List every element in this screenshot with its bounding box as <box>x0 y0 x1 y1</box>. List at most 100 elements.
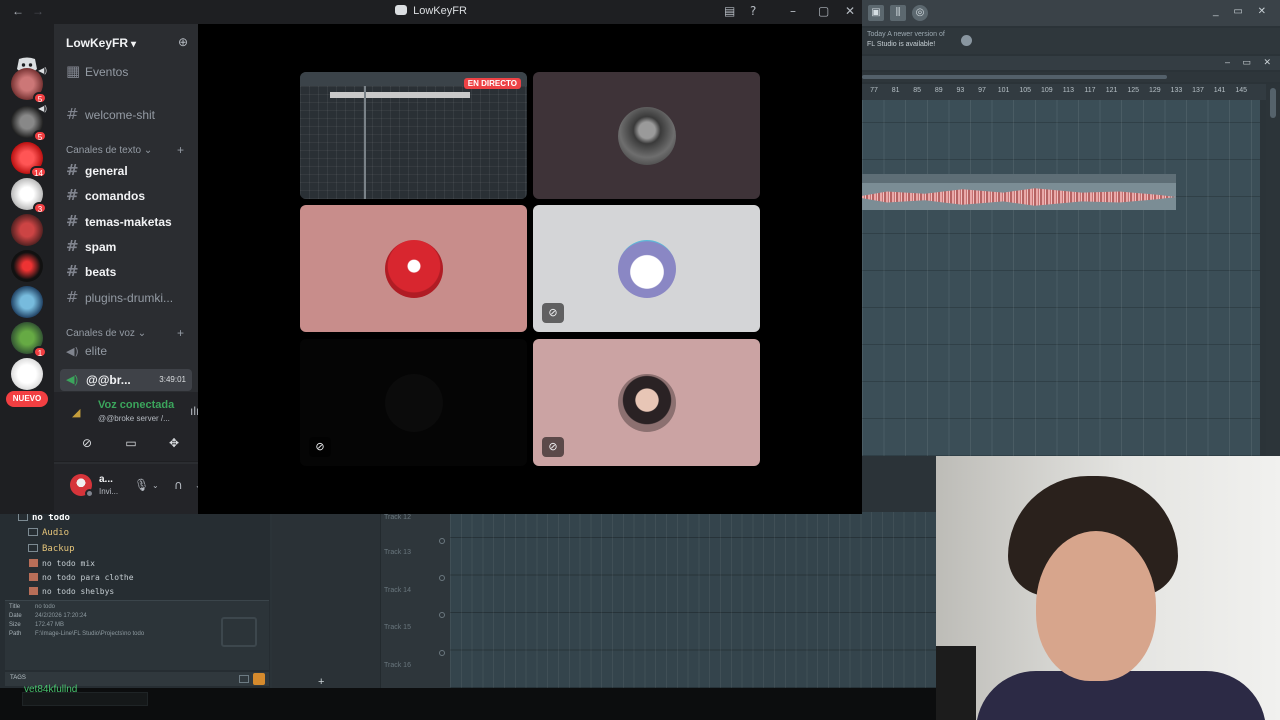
discord-window: ← → LowKeyFR ▤ ? – ▢ ✕ ◀) 5 ◀) 5 14 3 1 NU… <box>0 0 862 514</box>
server-icon[interactable] <box>11 214 43 246</box>
audio-clip[interactable] <box>862 174 1176 210</box>
folder-icon[interactable] <box>239 675 249 683</box>
channel-name: general <box>85 164 128 178</box>
add-member-icon[interactable]: ⊕ <box>178 35 188 49</box>
add-channel-icon[interactable]: + <box>177 143 184 157</box>
channel-spam[interactable]: ▶#spam <box>62 237 192 259</box>
mixer-icon[interactable]: ⫼ <box>890 5 906 21</box>
track-grid[interactable] <box>450 512 936 688</box>
events-item[interactable]: ▦ Eventos <box>62 62 192 84</box>
server-badge: 5 <box>33 92 47 104</box>
participant-tile[interactable] <box>533 72 760 199</box>
add-icon[interactable]: + <box>318 676 324 688</box>
help-icon[interactable]: ? <box>750 4 756 18</box>
channel-plugins[interactable]: # plugins-drumki... <box>62 288 192 310</box>
new-badge[interactable]: NUEVO <box>6 391 48 407</box>
track-mute-dot[interactable] <box>439 650 445 656</box>
globe-icon[interactable] <box>961 35 972 46</box>
save-icon[interactable]: ▣ <box>868 5 884 21</box>
server-icon[interactable]: 14 <box>11 142 47 178</box>
avatar[interactable] <box>70 474 94 498</box>
participant-tile[interactable] <box>300 205 527 332</box>
stream-tile[interactable]: EN DIRECTO <box>300 72 527 199</box>
user-status[interactable]: Invi... <box>99 487 118 496</box>
playlist-grid[interactable] <box>862 100 1260 456</box>
close-icon[interactable]: ✕ <box>845 4 855 18</box>
folder-icon <box>28 544 38 552</box>
playlist-ruler[interactable]: 77 81 85 89 93 97 101 105 109 113 117 121 125 129 133 1… <box>862 84 1266 100</box>
discord-logo-icon <box>395 5 408 15</box>
category-text[interactable]: Canales de texto ⌄ <box>66 145 152 156</box>
browser-side-column <box>272 512 380 688</box>
chevron-down-icon[interactable]: ⌄ <box>152 481 159 490</box>
channel-temas-maketas[interactable]: ▶#temas-maketas <box>62 212 192 234</box>
folder-icon <box>28 528 38 536</box>
voice-channel-elite[interactable]: ◀) elite <box>62 344 192 366</box>
screen-share-button[interactable]: ▭ <box>114 432 148 454</box>
voice-stage: EN DIRECTO ⊘ ⊘ ⊘ <box>198 24 862 514</box>
audio-clip-header[interactable] <box>862 174 1176 183</box>
fl-news-panel[interactable]: Today A newer version of FL Studio is av… <box>862 28 1280 54</box>
search-icon[interactable] <box>253 673 265 685</box>
server-icon[interactable] <box>11 286 43 318</box>
track-mute-dot[interactable] <box>439 575 445 581</box>
track-label[interactable]: Track 14 <box>384 587 411 594</box>
file-info-panel: Title no todo Date 24/2/2026 17:20:24 Size… <box>5 600 269 670</box>
browser-folder-backup[interactable]: Backup <box>28 544 75 554</box>
inbox-icon[interactable]: ▤ <box>724 4 735 18</box>
headphones-icon[interactable]: ∩ <box>174 478 183 492</box>
minimize-icon[interactable]: – <box>790 4 796 18</box>
signal-icon[interactable]: ◢ <box>72 406 80 419</box>
participant-tile[interactable]: ⊘ <box>533 339 760 466</box>
activities-button[interactable]: ✥ <box>157 432 191 454</box>
voice-channel-active[interactable]: ◀) @@br... 3:49:01 <box>60 369 192 391</box>
microphone-icon[interactable]: 🎙 <box>134 478 149 492</box>
server-icon[interactable]: 1 <box>11 322 47 358</box>
server-icon[interactable] <box>11 358 43 390</box>
voice-server[interactable]: @@broke server /... <box>98 414 170 423</box>
playlist-vscroll[interactable] <box>1266 84 1280 456</box>
browser-root-folder[interactable]: no todo <box>18 513 70 523</box>
track-mute-dot[interactable] <box>439 538 445 544</box>
track-label[interactable]: Track 12 <box>384 514 411 521</box>
channel-welcome[interactable]: # welcome-shit <box>62 105 192 127</box>
channel-comandos[interactable]: ▶#comandos <box>62 186 192 208</box>
category-voice[interactable]: Canales de voz ⌄ <box>66 328 146 339</box>
scroll-thumb[interactable] <box>862 75 1167 79</box>
browser-file[interactable]: no todo shelbys <box>29 587 114 596</box>
ruler-tick: 137 <box>1192 87 1204 94</box>
voice-status[interactable]: Voz conectada <box>98 399 174 411</box>
chevron-down-icon: ⌄ <box>137 328 147 339</box>
track-label[interactable]: Track 15 <box>384 624 411 631</box>
track-label[interactable]: Track 16 <box>384 662 411 669</box>
channel-general[interactable]: ▶#general <box>62 161 192 183</box>
folder-icon <box>221 617 257 647</box>
fl-window-controls[interactable]: _ ▭ ✕ <box>1213 6 1272 17</box>
server-header[interactable]: LowKeyFR ▾ <box>66 36 136 50</box>
playlist-hscroll[interactable] <box>862 72 1280 82</box>
channel-name: comandos <box>85 189 146 203</box>
avatar <box>384 239 443 298</box>
track-mute-dot[interactable] <box>439 612 445 618</box>
chat-icon[interactable]: ◎ <box>912 5 928 21</box>
track-label[interactable]: Track 13 <box>384 549 411 556</box>
server-icon[interactable]: 3 <box>11 178 47 214</box>
hash-icon: # <box>66 262 79 280</box>
browser-folder-audio[interactable]: Audio <box>28 528 69 538</box>
playlist-titlebar: – ▭ ✕ <box>862 56 1280 70</box>
server-icon[interactable]: ◀) 5 <box>11 66 47 104</box>
browser-file[interactable]: no todo mix <box>29 559 95 568</box>
camera-off-button[interactable]: ⊘ <box>70 432 104 454</box>
playlist-window-controls[interactable]: – ▭ ✕ <box>1225 57 1276 68</box>
participant-tile[interactable]: ⊘ <box>300 339 527 466</box>
username[interactable]: a... <box>99 474 113 485</box>
channel-beats[interactable]: ▶#beats <box>62 262 192 284</box>
browser-file[interactable]: no todo para clothe <box>29 573 134 582</box>
meta-title: Title no todo <box>9 604 55 610</box>
vscroll-thumb[interactable] <box>1270 88 1276 118</box>
maximize-icon[interactable]: ▢ <box>818 4 829 18</box>
participant-tile[interactable]: ⊘ <box>533 205 760 332</box>
server-icon[interactable] <box>11 250 43 282</box>
server-icon[interactable]: ◀) 5 <box>11 104 47 142</box>
add-channel-icon[interactable]: + <box>177 326 184 340</box>
